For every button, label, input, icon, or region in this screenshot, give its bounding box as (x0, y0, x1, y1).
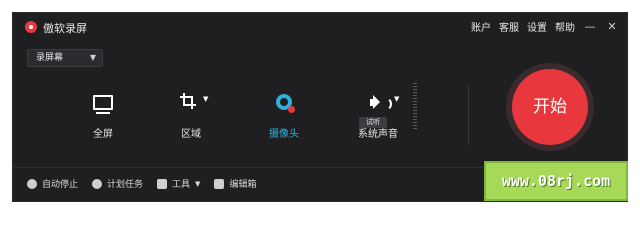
chevron-down-icon: ▼ (89, 53, 96, 62)
service-menu[interactable]: 客服 (499, 19, 519, 34)
settings-menu[interactable]: 设置 (527, 19, 547, 34)
monitor-icon (73, 93, 133, 115)
auto-stop-label: 自动停止 (42, 180, 79, 190)
help-menu[interactable]: 帮助 (555, 19, 575, 34)
camera-label: 摄像头 (269, 129, 299, 140)
region-caret-icon[interactable]: ▼ (203, 95, 208, 103)
fullscreen-label: 全屏 (93, 129, 113, 140)
scheduled-task-button[interactable]: 计划任务 (92, 177, 143, 190)
app-logo-icon (25, 21, 37, 33)
auto-stop-button[interactable]: 自动停止 (27, 177, 78, 190)
start-record-button[interactable]: 开始 (512, 69, 588, 145)
title-bar: 傲软录屏 账户 客服 设置 帮助 — ✕ (13, 13, 627, 43)
scheduled-task-label: 计划任务 (107, 180, 144, 190)
fullscreen-button[interactable]: 全屏 (73, 93, 133, 140)
top-menu: 账户 客服 设置 帮助 — ✕ (471, 19, 619, 34)
toolbox-icon (157, 178, 168, 189)
editor-button[interactable]: 编辑箱 (214, 177, 256, 190)
region-label: 区域 (181, 129, 201, 140)
tools-label: 工具 (172, 180, 191, 190)
speaker-icon: ▼ 试听 (348, 93, 408, 128)
divider (468, 85, 469, 145)
sound-test-button[interactable]: 试听 (359, 117, 387, 128)
camera-button[interactable]: 摄像头 (254, 93, 314, 140)
bottom-toolbar: 自动停止 计划任务 工具 ▼ 编辑箱 (27, 177, 256, 190)
app-title: 傲软录屏 (43, 22, 87, 35)
camera-icon (254, 93, 314, 115)
record-mode-dropdown[interactable]: 录屏幕 ▼ (27, 49, 103, 67)
sound-caret-icon[interactable]: ▼ (394, 95, 399, 103)
site-watermark: www.08rj.com (484, 161, 628, 201)
clock-icon (92, 178, 103, 189)
minimize-button[interactable]: — (583, 20, 597, 33)
editor-box-icon (214, 178, 225, 189)
camera-off-badge-icon (288, 106, 295, 113)
tools-caret-icon: ▼ (195, 179, 201, 188)
record-mode-value: 录屏幕 (36, 53, 64, 63)
volume-meter (413, 83, 417, 129)
account-menu[interactable]: 账户 (471, 19, 491, 34)
system-sound-button[interactable]: ▼ 试听 系统声音 (348, 93, 408, 140)
alarm-clock-icon (27, 178, 37, 189)
editor-label: 编辑箱 (229, 180, 257, 190)
close-button[interactable]: ✕ (605, 20, 619, 33)
region-button[interactable]: ▼ 区域 (161, 93, 221, 140)
crop-icon: ▼ (161, 93, 221, 115)
record-button-ring: 开始 (506, 63, 594, 151)
tools-menu-button[interactable]: 工具 ▼ (157, 177, 200, 190)
